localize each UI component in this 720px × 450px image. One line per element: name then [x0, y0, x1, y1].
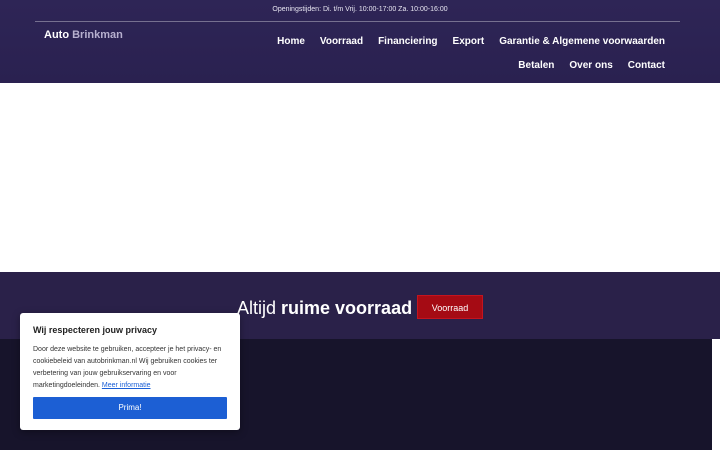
- nav-export[interactable]: Export: [453, 35, 485, 48]
- cookie-consent-dialog: Wij respecteren jouw privacy Door deze w…: [20, 313, 240, 430]
- cookie-body: Door deze website te gebruiken, acceptee…: [33, 344, 229, 392]
- opening-hours: Openingstijden: Di. t/m Vrij. 10:00-17:0…: [272, 6, 448, 13]
- main-nav-row-2: Betalen Over ons Contact: [518, 59, 665, 72]
- cookie-accept-button[interactable]: Prima!: [33, 397, 227, 419]
- voorraad-button[interactable]: Voorraad: [417, 295, 483, 319]
- hero-blank-area: [0, 83, 720, 272]
- main-nav-row-1: Home Voorraad Financiering Export Garant…: [277, 35, 665, 48]
- promo-heading: Altijd ruime voorraad: [237, 297, 412, 319]
- nav-contact[interactable]: Contact: [628, 59, 665, 72]
- promo-text-light: Altijd: [237, 298, 277, 318]
- nav-garantie[interactable]: Garantie & Algemene voorwaarden: [499, 35, 665, 48]
- promo-text-bold: ruime voorraad: [281, 298, 413, 318]
- nav-home[interactable]: Home: [277, 35, 305, 48]
- cookie-more-info-link[interactable]: Meer informatie: [102, 382, 151, 389]
- logo-text-second: Brinkman: [72, 29, 123, 41]
- logo-text-first: Auto: [44, 29, 70, 41]
- site-header: Openingstijden: Di. t/m Vrij. 10:00-17:0…: [0, 0, 720, 83]
- cookie-title: Wij respecteren jouw privacy: [33, 325, 157, 335]
- site-logo[interactable]: Auto Brinkman: [44, 29, 123, 41]
- nav-over-ons[interactable]: Over ons: [569, 59, 612, 72]
- page-edge-strip: [712, 339, 720, 450]
- nav-financiering[interactable]: Financiering: [378, 35, 437, 48]
- header-divider: [35, 21, 680, 22]
- nav-betalen[interactable]: Betalen: [518, 59, 554, 72]
- nav-voorraad[interactable]: Voorraad: [320, 35, 363, 48]
